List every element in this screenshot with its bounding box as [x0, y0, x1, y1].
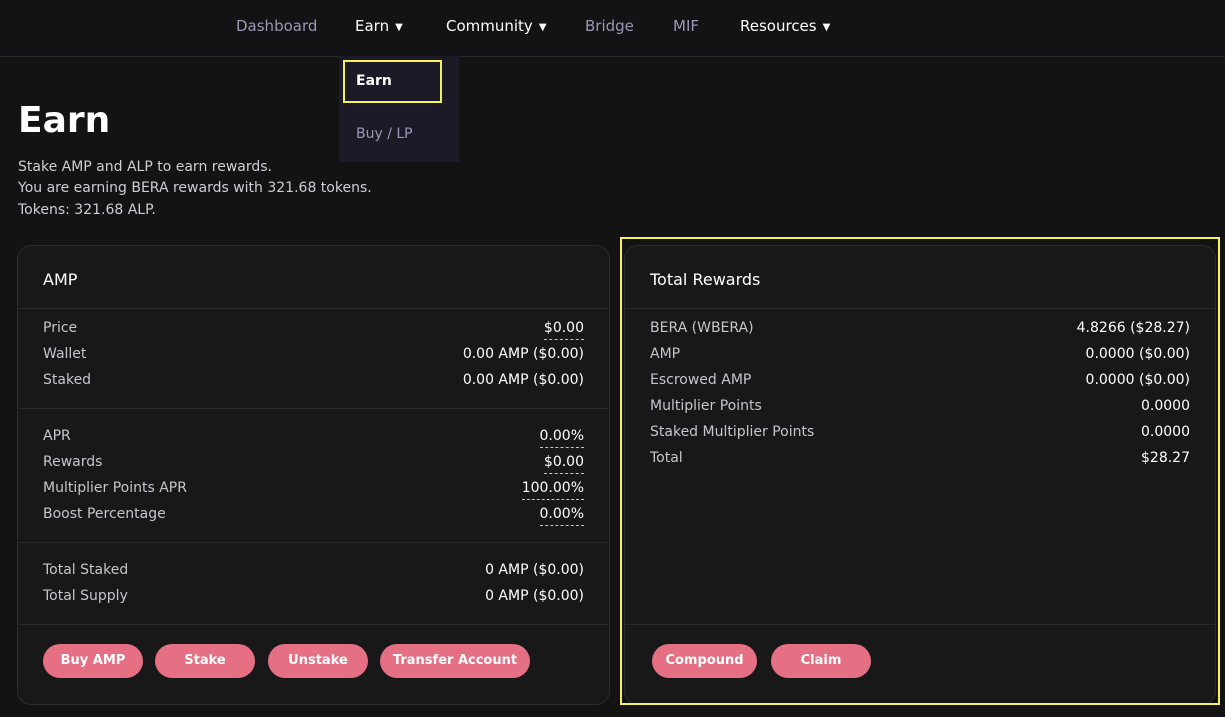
amp-card: AMP Price $0.00 Wallet 0.00 AMP ($0.00) …	[17, 245, 610, 705]
boost-label: Boost Percentage	[43, 506, 166, 522]
multiplier-points-row: Multiplier Points 0.0000	[650, 398, 1190, 418]
nav-bridge[interactable]: Bridge	[585, 17, 634, 35]
stake-button[interactable]: Stake	[155, 644, 255, 678]
total-rewards-title: Total Rewards	[650, 270, 761, 289]
divider	[625, 624, 1215, 625]
amp-wallet-row: Wallet 0.00 AMP ($0.00)	[43, 346, 584, 366]
total-reward-row: Total $28.27	[650, 450, 1190, 470]
staked-label: Staked	[43, 372, 92, 388]
amp-reward-value: 0.0000 ($0.00)	[1085, 346, 1190, 362]
total-value: $28.27	[1141, 450, 1190, 466]
staked-value: 0.00 AMP ($0.00)	[462, 372, 584, 388]
page-description-2: You are earning BERA rewards with 321.68…	[18, 180, 372, 196]
escrowed-amp-label: Escrowed AMP	[650, 372, 752, 388]
bera-reward-row: BERA (WBERA) 4.8266 ($28.27)	[650, 320, 1190, 340]
amp-price-row: Price $0.00	[43, 320, 584, 340]
price-value[interactable]: $0.00	[543, 320, 584, 340]
multiplier-points-value: 0.0000	[1141, 398, 1190, 414]
rewards-label: Rewards	[43, 454, 103, 470]
amp-reward-row: AMP 0.0000 ($0.00)	[650, 346, 1190, 366]
amp-total-supply-row: Total Supply 0 AMP ($0.00)	[43, 588, 584, 608]
total-label: Total	[650, 450, 683, 466]
staked-multiplier-points-label: Staked Multiplier Points	[650, 424, 815, 440]
amp-reward-label: AMP	[650, 346, 681, 362]
nav-earn[interactable]: Earn ▼	[355, 17, 403, 35]
page-title: Earn	[18, 100, 111, 141]
divider	[18, 408, 609, 409]
chevron-down-icon: ▼	[395, 22, 403, 33]
amp-staked-row: Staked 0.00 AMP ($0.00)	[43, 372, 584, 392]
escrowed-amp-value: 0.0000 ($0.00)	[1085, 372, 1190, 388]
mp-apr-label: Multiplier Points APR	[43, 480, 187, 496]
nav-bridge-label: Bridge	[585, 17, 634, 35]
amp-rewards-row: Rewards $0.00	[43, 454, 584, 474]
page-description-3: Tokens: 321.68 ALP.	[18, 202, 156, 218]
buy-amp-button[interactable]: Buy AMP	[43, 644, 143, 678]
claim-button[interactable]: Claim	[771, 644, 871, 678]
divider	[18, 624, 609, 625]
dropdown-item-buy-lp[interactable]: Buy / LP	[356, 126, 476, 142]
total-supply-value: 0 AMP ($0.00)	[485, 588, 584, 604]
amp-mp-apr-row: Multiplier Points APR 100.00%	[43, 480, 584, 500]
nav-resources[interactable]: Resources ▼	[740, 17, 830, 35]
chevron-down-icon: ▼	[538, 22, 547, 33]
total-staked-label: Total Staked	[43, 562, 129, 578]
amp-apr-row: APR 0.00%	[43, 428, 584, 448]
nav-mif-label: MIF	[673, 17, 699, 35]
amp-card-title: AMP	[43, 270, 78, 289]
earn-dropdown-menu: Earn Buy / LP	[339, 56, 459, 162]
nav-resources-label: Resources	[740, 17, 817, 35]
staked-multiplier-points-value: 0.0000	[1141, 424, 1190, 440]
apr-label: APR	[43, 428, 71, 444]
bera-value: 4.8266 ($28.27)	[1076, 320, 1190, 336]
mp-apr-value[interactable]: 100.00%	[521, 480, 584, 500]
bera-label: BERA (WBERA)	[650, 320, 754, 336]
nav-earn-label: Earn	[355, 17, 390, 35]
nav-mif[interactable]: MIF	[673, 17, 699, 35]
boost-value[interactable]: 0.00%	[539, 506, 584, 526]
unstake-button[interactable]: Unstake	[268, 644, 368, 678]
transfer-account-button[interactable]: Transfer Account	[380, 644, 530, 678]
wallet-value: 0.00 AMP ($0.00)	[462, 346, 584, 362]
dropdown-earn-label: Earn	[356, 73, 392, 89]
compound-button[interactable]: Compound	[652, 644, 757, 678]
total-supply-label: Total Supply	[43, 588, 128, 604]
nav-dashboard-label: Dashboard	[236, 17, 318, 35]
dropdown-item-earn[interactable]: Earn	[343, 60, 442, 103]
nav-dashboard[interactable]: Dashboard	[236, 17, 317, 35]
top-navigation: Dashboard Earn ▼ Community ▼ Bridge MIF Re…	[0, 0, 1225, 57]
escrowed-amp-row: Escrowed AMP 0.0000 ($0.00)	[650, 372, 1190, 392]
nav-community-label: Community	[446, 17, 533, 35]
chevron-down-icon: ▼	[822, 22, 831, 33]
wallet-label: Wallet	[43, 346, 87, 362]
apr-value[interactable]: 0.00%	[539, 428, 584, 448]
amp-total-staked-row: Total Staked 0 AMP ($0.00)	[43, 562, 584, 582]
price-label: Price	[43, 320, 78, 336]
total-staked-value: 0 AMP ($0.00)	[485, 562, 584, 578]
amp-boost-row: Boost Percentage 0.00%	[43, 506, 584, 526]
multiplier-points-label: Multiplier Points	[650, 398, 762, 414]
page-description-1: Stake AMP and ALP to earn rewards.	[18, 159, 272, 175]
divider	[625, 308, 1215, 309]
divider	[18, 542, 609, 543]
staked-multiplier-points-row: Staked Multiplier Points 0.0000	[650, 424, 1190, 444]
total-rewards-card: Total Rewards BERA (WBERA) 4.8266 ($28.2…	[624, 245, 1216, 705]
nav-community[interactable]: Community ▼	[446, 17, 547, 35]
divider	[18, 308, 609, 309]
rewards-value[interactable]: $0.00	[543, 454, 584, 474]
dropdown-buy-lp-label: Buy / LP	[356, 126, 413, 142]
